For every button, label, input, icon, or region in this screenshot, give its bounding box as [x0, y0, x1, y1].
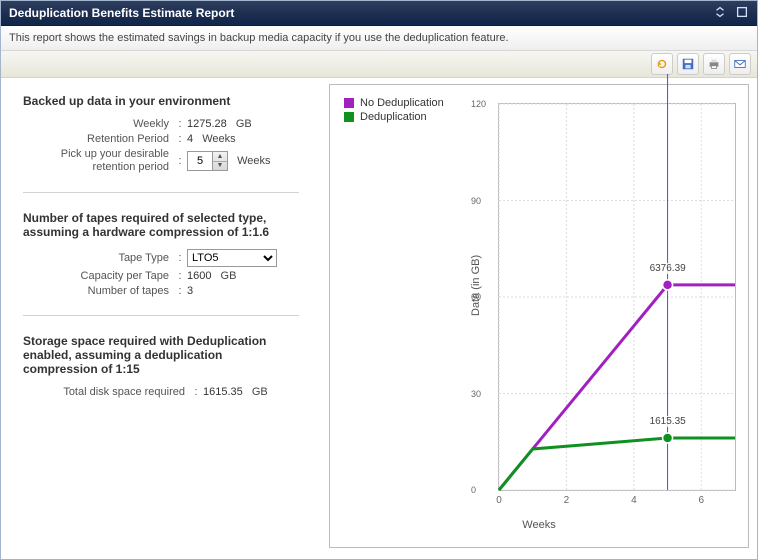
capacity-value: 1600: [187, 270, 211, 282]
plot-area: 024603060901206376.391615.35: [498, 103, 736, 491]
weekly-row: Weekly : 1275.28 GB: [17, 118, 305, 130]
capacity-unit: GB: [221, 270, 237, 282]
chart-legend: No Deduplication Deduplication: [338, 91, 450, 129]
chart-svg: [499, 104, 735, 490]
total-disk-unit: GB: [252, 386, 268, 398]
tape-type-select[interactable]: LTO5: [187, 249, 277, 267]
content-layout: Backed up data in your environment Weekl…: [1, 78, 757, 554]
spinner-down-icon[interactable]: ▼: [213, 162, 227, 171]
retention-spinner[interactable]: ▲ ▼: [187, 151, 228, 171]
pick-row: Pick up your desirable retention period …: [17, 148, 305, 174]
save-button[interactable]: [677, 53, 699, 75]
chart-panel: No Deduplication Deduplication Data (in …: [321, 78, 757, 554]
pick-unit: Weeks: [237, 155, 270, 167]
chart-box: No Deduplication Deduplication Data (in …: [329, 84, 749, 548]
capacity-row: Capacity per Tape : 1600 GB: [17, 270, 305, 282]
titlebar: Deduplication Benefits Estimate Report: [1, 1, 757, 26]
y-tick: 90: [471, 196, 481, 206]
refresh-button[interactable]: [651, 53, 673, 75]
pick-label: Pick up your desirable retention period: [17, 148, 173, 174]
envelope-icon: [733, 57, 747, 71]
retention-value: 4: [187, 133, 193, 145]
legend-label-nodedup: No Deduplication: [360, 97, 444, 109]
x-axis-label: Weeks: [522, 519, 555, 531]
floppy-disk-icon: [681, 57, 695, 71]
capacity-label: Capacity per Tape: [17, 270, 173, 282]
tape-type-label: Tape Type: [17, 252, 173, 264]
legend-label-dedup: Deduplication: [360, 111, 427, 123]
email-button[interactable]: [729, 53, 751, 75]
weekly-value: 1275.28: [187, 118, 227, 130]
y-axis-label: Data (in GB): [470, 255, 482, 316]
y-tick: 60: [471, 292, 481, 302]
retention-label: Retention Period: [17, 133, 173, 145]
x-tick: 2: [564, 495, 570, 506]
x-tick: 6: [699, 495, 705, 506]
retention-row: Retention Period : 4 Weeks: [17, 133, 305, 145]
legend-item-nodedup[interactable]: No Deduplication: [344, 97, 444, 109]
legend-swatch-icon: [344, 112, 354, 122]
y-tick: 120: [471, 99, 486, 109]
data-point-label: 6376.39: [648, 263, 688, 274]
total-disk-value: 1615.35: [203, 386, 243, 398]
divider: [23, 315, 299, 316]
num-tapes-row: Number of tapes : 3: [17, 285, 305, 297]
x-tick: 4: [631, 495, 637, 506]
retention-unit: Weeks: [202, 133, 235, 145]
window-title: Deduplication Benefits Estimate Report: [9, 1, 234, 25]
refresh-icon: [655, 57, 669, 71]
spinner-up-icon[interactable]: ▲: [213, 152, 227, 162]
legend-item-dedup[interactable]: Deduplication: [344, 111, 444, 123]
total-disk-label: Total disk space required: [17, 386, 189, 398]
section-backup-title: Backed up data in your environment: [23, 94, 305, 108]
num-tapes-label: Number of tapes: [17, 285, 173, 297]
collapse-icon[interactable]: [713, 5, 727, 21]
weekly-unit: GB: [236, 118, 252, 130]
titlebar-controls: [713, 5, 749, 21]
retention-spinner-input[interactable]: [188, 154, 212, 168]
toolbar: [1, 51, 757, 78]
report-window: Deduplication Benefits Estimate Report T…: [0, 0, 758, 560]
section-dedup-title: Storage space required with Deduplicatio…: [23, 334, 293, 376]
x-tick: 0: [496, 495, 502, 506]
printer-icon: [707, 57, 721, 71]
print-button[interactable]: [703, 53, 725, 75]
maximize-icon[interactable]: [735, 5, 749, 21]
weekly-label: Weekly: [17, 118, 173, 130]
legend-swatch-icon: [344, 98, 354, 108]
tape-type-row: Tape Type : LTO5: [17, 249, 305, 267]
report-description: This report shows the estimated savings …: [1, 26, 757, 51]
data-point-label: 1615.35: [648, 416, 688, 427]
total-disk-row: Total disk space required : 1615.35 GB: [17, 386, 305, 398]
divider: [23, 192, 299, 193]
y-tick: 30: [471, 389, 481, 399]
parameters-panel: Backed up data in your environment Weekl…: [1, 78, 321, 554]
y-tick: 0: [471, 485, 476, 495]
section-tapes-title: Number of tapes required of selected typ…: [23, 211, 293, 239]
num-tapes-value: 3: [187, 285, 193, 297]
